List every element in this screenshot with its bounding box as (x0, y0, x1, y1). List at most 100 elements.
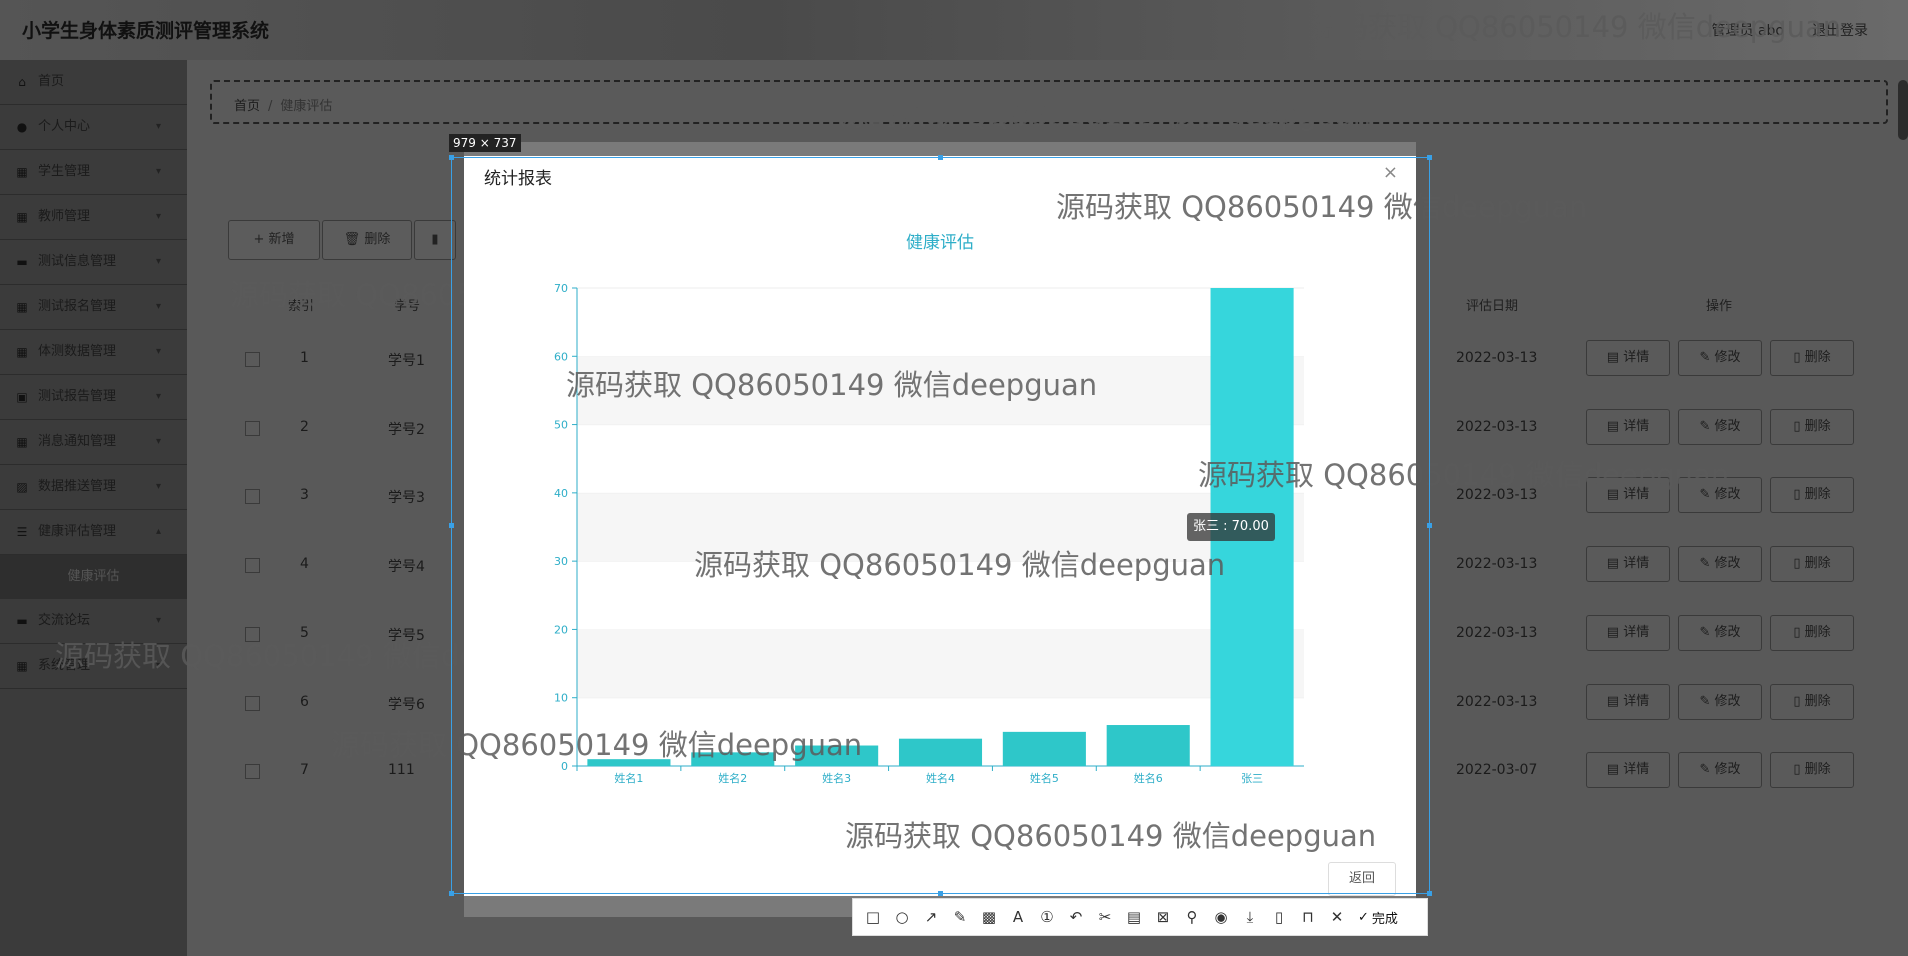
stats-button[interactable]: ▮ (414, 220, 456, 260)
undo-icon[interactable]: ↶ (1064, 905, 1088, 929)
resize-handle[interactable] (938, 155, 943, 160)
arrow-icon[interactable]: ↗ (919, 905, 943, 929)
detail-button[interactable]: ▤ 详情 (1586, 546, 1670, 582)
sidebar-item-test-info[interactable]: ▬ 测试信息管理 ▾ (0, 240, 187, 285)
row-checkbox[interactable] (245, 696, 260, 711)
resize-handle[interactable] (938, 891, 943, 896)
row-delete-button[interactable]: ▯ 删除 (1770, 684, 1854, 720)
sidebar-item-label: 数据推送管理 (38, 479, 117, 494)
app-title: 小学生身体素质测评管理系统 (22, 20, 270, 42)
edit-button[interactable]: ✎ 修改 (1678, 477, 1762, 513)
rect-icon[interactable]: □ (861, 905, 885, 929)
detail-button[interactable]: ▤ 详情 (1586, 615, 1670, 651)
breadcrumb: 首页 / 健康评估 (210, 80, 1888, 124)
y-tick-label: 50 (554, 419, 568, 432)
phone-icon[interactable]: ▯ (1267, 905, 1291, 929)
edit-button[interactable]: ✎ 修改 (1678, 409, 1762, 445)
pin-icon[interactable]: ⚲ (1180, 905, 1204, 929)
comment-icon: ▬ (16, 614, 28, 628)
chevron-down-icon: ▾ (155, 436, 161, 447)
x-tick-label: 姓名3 (822, 771, 851, 785)
grid-icon: ▦ (16, 659, 28, 673)
row-checkbox[interactable] (245, 489, 260, 504)
sidebar-item-system[interactable]: ▦ 系统管理 ▾ (0, 644, 187, 689)
chevron-down-icon: ▾ (155, 211, 161, 222)
sidebar-item-test-report[interactable]: ▣ 测试报告管理 ▾ (0, 375, 187, 420)
translate-icon[interactable]: ▤ (1122, 905, 1146, 929)
row-delete-label: 删除 (1804, 419, 1831, 434)
row-delete-button[interactable]: ▯ 删除 (1770, 615, 1854, 651)
logout-link[interactable]: 退出登录 (1812, 20, 1868, 40)
text-icon[interactable]: A (1006, 905, 1030, 929)
sidebar-item-data-push[interactable]: ▨ 数据推送管理 ▾ (0, 465, 187, 510)
sidebar: ⌂ 首页 ● 个人中心 ▾ ▦ 学生管理 ▾ ▦ 教师管理 ▾ ▬ 测试信息管理 ▾ ▦ 测试报名管… (0, 60, 187, 956)
edit-button[interactable]: ✎ 修改 (1678, 615, 1762, 651)
row-delete-button[interactable]: ▯ 删除 (1770, 409, 1854, 445)
record-icon[interactable]: ◉ (1209, 905, 1233, 929)
resize-handle[interactable] (449, 523, 454, 528)
col-header-date: 评估日期 (1466, 299, 1519, 314)
number-icon[interactable]: ① (1035, 905, 1059, 929)
bookmark-icon[interactable]: ⊓ (1296, 905, 1320, 929)
sidebar-item-notices[interactable]: ▦ 消息通知管理 ▾ (0, 420, 187, 465)
bar (1106, 725, 1190, 766)
cell-index: 7 (300, 762, 309, 778)
add-button[interactable]: + 新增 (228, 220, 320, 260)
edit-button[interactable]: ✎ 修改 (1678, 684, 1762, 720)
row-checkbox[interactable] (245, 627, 260, 642)
delete-button[interactable]: 🗑 删除 (322, 220, 412, 260)
resize-handle[interactable] (449, 891, 454, 896)
y-tick-label: 30 (554, 555, 568, 568)
edit-button[interactable]: ✎ 修改 (1678, 340, 1762, 376)
sidebar-item-students[interactable]: ▦ 学生管理 ▾ (0, 150, 187, 195)
sidebar-item-teachers[interactable]: ▦ 教师管理 ▾ (0, 195, 187, 240)
sidebar-item-home[interactable]: ⌂ 首页 (0, 60, 187, 105)
download-icon[interactable]: ⤓ (1238, 905, 1262, 929)
row-checkbox[interactable] (245, 421, 260, 436)
resize-handle[interactable] (449, 155, 454, 160)
sidebar-subitem-health-eval[interactable]: 健康评估 (0, 555, 187, 599)
sidebar-item-label: 测试报名管理 (38, 299, 117, 314)
sidebar-item-forum[interactable]: ▬ 交流论坛 ▾ (0, 599, 187, 644)
ocr-icon[interactable]: ⊠ (1151, 905, 1175, 929)
home-icon: ⌂ (18, 75, 26, 89)
return-button[interactable]: 返回 (1328, 862, 1396, 896)
row-checkbox[interactable] (245, 558, 260, 573)
row-delete-button[interactable]: ▯ 删除 (1770, 546, 1854, 582)
sidebar-item-fitness-data[interactable]: ▦ 体测数据管理 ▾ (0, 330, 187, 375)
detail-button[interactable]: ▤ 详情 (1586, 409, 1670, 445)
detail-button[interactable]: ▤ 详情 (1586, 684, 1670, 720)
sidebar-item-health[interactable]: ☰ 健康评估管理 ▴ (0, 510, 187, 555)
edit-label: 修改 (1714, 487, 1741, 502)
cell-index: 5 (300, 625, 309, 641)
x-tick-label: 姓名4 (926, 771, 955, 785)
row-delete-label: 删除 (1804, 350, 1831, 365)
sidebar-item-profile[interactable]: ● 个人中心 ▾ (0, 105, 187, 150)
row-delete-button[interactable]: ▯ 删除 (1770, 340, 1854, 376)
resize-handle[interactable] (1427, 155, 1432, 160)
resize-handle[interactable] (1427, 891, 1432, 896)
page-scrollbar[interactable] (1898, 80, 1908, 140)
sidebar-item-test-signup[interactable]: ▦ 测试报名管理 ▾ (0, 285, 187, 330)
sidebar-item-label: 消息通知管理 (38, 434, 117, 449)
row-checkbox[interactable] (245, 764, 260, 779)
row-checkbox[interactable] (245, 352, 260, 367)
row-delete-button[interactable]: ▯ 删除 (1770, 477, 1854, 513)
cancel-icon[interactable]: ✕ (1325, 905, 1349, 929)
close-icon[interactable]: × (1383, 162, 1398, 183)
mosaic-icon[interactable]: ▩ (977, 905, 1001, 929)
detail-button[interactable]: ▤ 详情 (1586, 477, 1670, 513)
doc-icon: ▤ (1606, 762, 1624, 777)
chevron-down-icon: ▾ (155, 346, 161, 357)
resize-handle[interactable] (1427, 523, 1432, 528)
pen-icon[interactable]: ✎ (948, 905, 972, 929)
done-button[interactable]: ✓ 完成 (1358, 908, 1398, 927)
ellipse-icon[interactable]: ○ (890, 905, 914, 929)
row-delete-button[interactable]: ▯ 删除 (1770, 752, 1854, 788)
edit-button[interactable]: ✎ 修改 (1678, 752, 1762, 788)
edit-button[interactable]: ✎ 修改 (1678, 546, 1762, 582)
crop-icon[interactable]: ✂ (1093, 905, 1117, 929)
breadcrumb-home[interactable]: 首页 (234, 99, 260, 114)
detail-button[interactable]: ▤ 详情 (1586, 752, 1670, 788)
detail-button[interactable]: ▤ 详情 (1586, 340, 1670, 376)
